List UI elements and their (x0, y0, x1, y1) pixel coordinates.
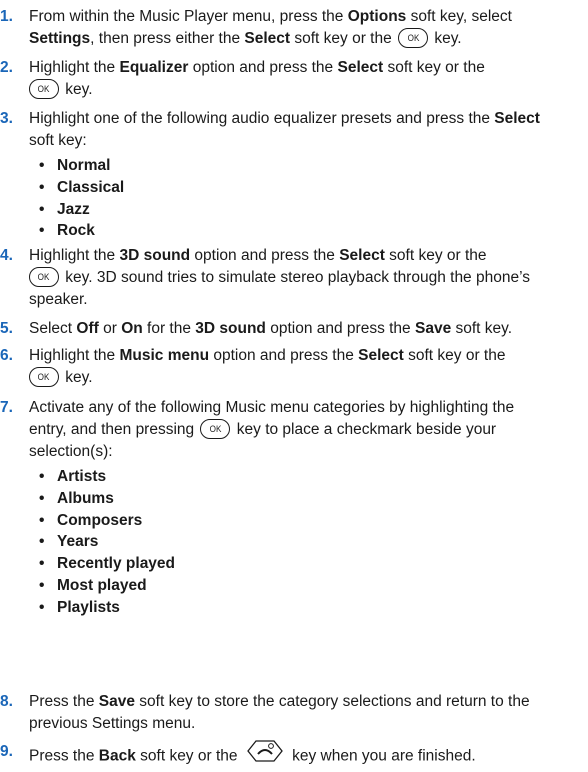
text-segment: Highlight the (29, 247, 120, 264)
step-number: 2. (0, 59, 13, 76)
text-segment: key. (61, 369, 93, 386)
save-softkey-label: Save (414, 320, 452, 337)
save-softkey-label: Save (98, 693, 135, 710)
select-softkey-label: Select (244, 30, 291, 47)
select-softkey-label: Select (339, 247, 385, 264)
step-text: Highlight the 3D sound option and press … (29, 245, 588, 311)
step-text: Highlight the Music menu option and pres… (29, 345, 588, 389)
list-item: Albums (39, 488, 175, 510)
text-segment: key when you are finished. (287, 747, 476, 765)
text-segment: key. 3D sound tries to simulate stereo p… (29, 269, 531, 308)
select-softkey-label: Select (337, 59, 384, 76)
list-item: Recently played (39, 553, 175, 575)
text-segment: soft key, select (406, 8, 512, 25)
ok-key-icon: OK (29, 366, 59, 387)
list-item: Normal (39, 155, 124, 177)
back-softkey-label: Back (98, 747, 136, 765)
list-item: Artists (39, 466, 175, 488)
list-item: Most played (39, 575, 175, 597)
step-number: 9. (0, 743, 13, 760)
step-number: 7. (0, 399, 13, 416)
music-menu-label: Music menu (119, 347, 210, 364)
text-segment: soft key or the (383, 59, 485, 76)
ok-key-icon: OK (29, 266, 59, 287)
text-segment: soft key or the (135, 747, 242, 765)
text-segment: , then press either the (90, 30, 245, 47)
ok-key-icon: OK (200, 418, 231, 439)
step-text: Select Off or On for the 3D sound option… (29, 318, 588, 340)
text-segment: option and press the (190, 247, 340, 264)
off-label: Off (76, 320, 99, 337)
text-segment: key. (430, 30, 462, 47)
text-segment: option and press the (265, 320, 415, 337)
text-segment: soft key: (29, 132, 87, 149)
text-segment: Press the (29, 693, 99, 710)
list-item: Jazz (39, 199, 124, 221)
step-number: 4. (0, 247, 13, 264)
3d-sound-label: 3D sound (195, 320, 266, 337)
step-number: 6. (0, 347, 13, 364)
list-item: Rock (39, 220, 124, 242)
step-number: 5. (0, 320, 13, 337)
text-segment: option and press the (188, 59, 338, 76)
text-segment: soft key. (451, 320, 513, 337)
text-segment: or (98, 320, 122, 337)
step-text: Press the Back soft key or the key when … (29, 739, 588, 772)
select-softkey-label: Select (358, 347, 404, 364)
text-segment: for the (142, 320, 196, 337)
step-text: Highlight the Equalizer option and press… (29, 57, 588, 101)
ok-key-icon: OK (398, 27, 429, 48)
text-segment: From within the Music Player menu, press… (29, 8, 348, 25)
list-item: Years (39, 531, 175, 553)
text-segment: Highlight the (29, 347, 120, 364)
text-segment: Highlight the (29, 59, 120, 76)
text-segment: Highlight one of the following audio equ… (29, 110, 495, 127)
on-label: On (121, 320, 143, 337)
music-categories-list: Artists Albums Composers Years Recently … (39, 466, 175, 619)
text-segment: option and press the (209, 347, 359, 364)
text-segment: soft key or the (384, 247, 487, 264)
text-segment: soft key or the (290, 30, 397, 47)
text-segment: Press the (29, 747, 99, 765)
ok-key-icon: OK (29, 78, 59, 99)
list-item: Playlists (39, 597, 175, 619)
text-segment: Select (29, 320, 77, 337)
list-item: Classical (39, 177, 124, 199)
step-number: 3. (0, 110, 13, 127)
step-text: Activate any of the following Music menu… (29, 399, 515, 460)
step-number: 8. (0, 693, 13, 710)
step-text: From within the Music Player menu, press… (29, 6, 588, 50)
text-segment: key. (61, 81, 93, 98)
text-segment: soft key or the (403, 347, 506, 364)
step-number: 1. (0, 8, 13, 25)
options-softkey-label: Options (347, 8, 407, 25)
end-power-key-icon (244, 739, 286, 770)
equalizer-label: Equalizer (119, 59, 189, 76)
equalizer-presets-list: Normal Classical Jazz Rock (39, 155, 124, 242)
select-softkey-label: Select (494, 110, 540, 127)
3d-sound-label: 3D sound (119, 247, 191, 264)
step-text: Highlight one of the following audio equ… (29, 108, 588, 152)
step-text: Press the Save soft key to store the cat… (29, 693, 530, 732)
list-item: Composers (39, 510, 175, 532)
settings-label: Settings (29, 30, 91, 47)
